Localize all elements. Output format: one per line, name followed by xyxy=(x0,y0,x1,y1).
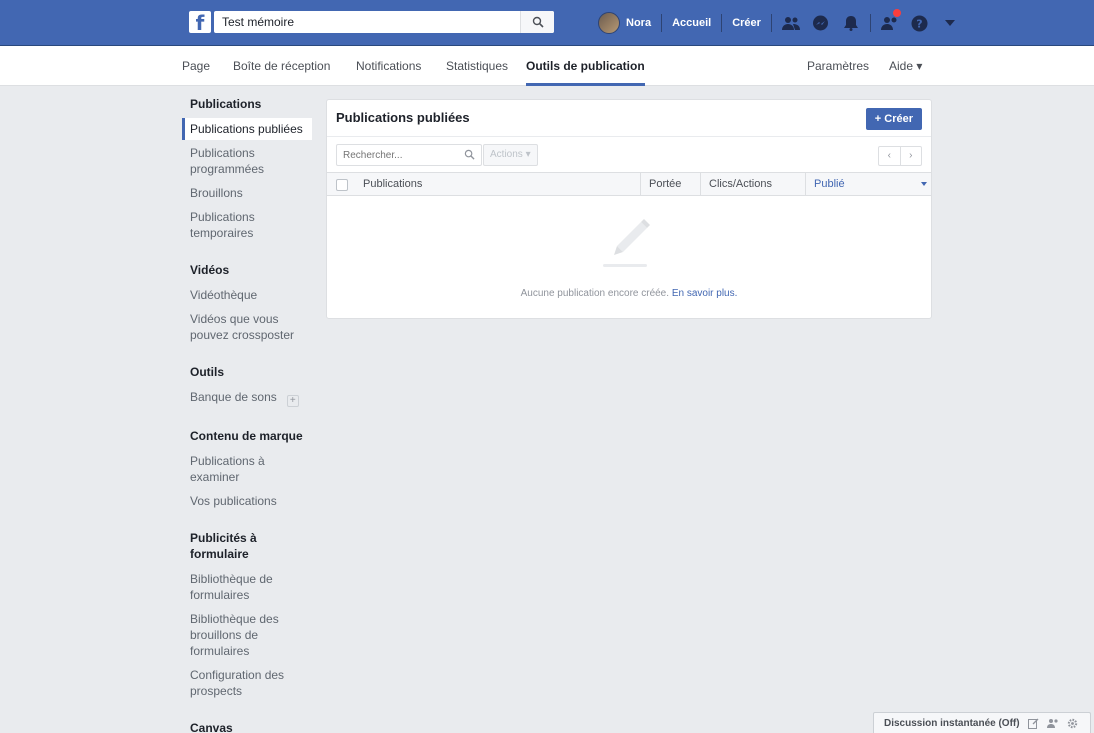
posts-search-box xyxy=(336,144,482,166)
compose-message-icon[interactable] xyxy=(1027,718,1039,729)
create-link[interactable]: Créer xyxy=(732,17,761,29)
pagination: ‹ › xyxy=(878,146,922,166)
empty-state-text: Aucune publication encore créée. xyxy=(520,288,670,299)
search-icon xyxy=(464,149,475,160)
help-icon[interactable]: ? xyxy=(908,0,932,46)
search-input[interactable] xyxy=(214,11,514,33)
gear-icon[interactable] xyxy=(1067,718,1078,729)
nav-divider xyxy=(869,14,871,32)
sidebar-item-sound-collection[interactable]: Banque de sons + xyxy=(182,386,312,410)
page-roles-icon[interactable] xyxy=(878,0,902,46)
sidebar-item-draft-forms-library[interactable]: Bibliothèque des brouillons de formulair… xyxy=(182,608,312,662)
chat-bar[interactable]: Discussion instantanée (Off) xyxy=(873,712,1091,733)
avatar[interactable] xyxy=(598,12,620,34)
sidebar-section-title: Publicités à formulaire xyxy=(190,531,257,561)
sidebar-item-crosspostable-videos[interactable]: Vidéos que vous pouvez crossposter xyxy=(182,308,312,346)
page-tabs-bar: Page Boîte de réception Notifications St… xyxy=(0,46,1094,86)
nav-divider xyxy=(770,14,772,32)
column-header-publications[interactable]: Publications xyxy=(363,173,422,195)
sidebar-section-title: Vidéos xyxy=(190,263,230,277)
sidebar-section-title: Outils xyxy=(190,365,225,379)
sidebar-section-title: Canvas xyxy=(190,721,233,733)
table-header: Publications Portée Clics/Actions Publié xyxy=(327,172,931,196)
sidebar-item-scheduled-posts[interactable]: Publications programmées xyxy=(182,142,312,180)
messenger-icon[interactable] xyxy=(809,0,833,46)
account-menu-chevron-icon[interactable] xyxy=(938,0,962,46)
tab-publishing-tools[interactable]: Outils de publication xyxy=(526,46,645,86)
posts-search-input[interactable] xyxy=(337,145,457,165)
profile-link[interactable]: Nora xyxy=(626,17,651,29)
notifications-bell-icon[interactable] xyxy=(839,0,863,46)
learn-more-link[interactable]: En savoir plus. xyxy=(672,288,738,299)
home-link[interactable]: Accueil xyxy=(672,17,711,29)
sidebar-item-label: Banque de sons xyxy=(190,390,277,404)
create-post-button[interactable]: + Créer xyxy=(865,108,922,130)
nav-divider xyxy=(721,14,723,32)
notification-badge xyxy=(891,8,902,18)
tab-notifications[interactable]: Notifications xyxy=(356,46,421,86)
panel-title: Publications publiées xyxy=(336,110,470,125)
sidebar-item-your-posts[interactable]: Vos publications xyxy=(182,490,312,512)
expand-icon[interactable]: + xyxy=(286,395,299,407)
previous-page-button[interactable]: ‹ xyxy=(879,147,900,165)
sidebar-item-posts-to-review[interactable]: Publications à examiner xyxy=(182,450,312,488)
tab-settings[interactable]: Paramètres xyxy=(807,46,869,86)
search-icon xyxy=(532,16,544,28)
contacts-icon[interactable] xyxy=(1046,718,1059,729)
friend-requests-icon[interactable] xyxy=(779,0,803,46)
divider xyxy=(327,136,931,137)
actions-dropdown[interactable]: Actions ▾ xyxy=(483,144,538,166)
nav-divider xyxy=(661,14,663,32)
column-header-published[interactable]: Publié xyxy=(805,173,931,195)
sidebar-section-title: Contenu de marque xyxy=(190,429,303,443)
sidebar-item-leads-setup[interactable]: Configuration des prospects xyxy=(182,664,312,702)
next-page-button[interactable]: › xyxy=(899,147,922,165)
tab-inbox[interactable]: Boîte de réception xyxy=(233,46,330,86)
tab-page[interactable]: Page xyxy=(182,46,210,86)
sidebar-section-title: Publications xyxy=(190,97,262,111)
sidebar-item-drafts[interactable]: Brouillons xyxy=(182,182,312,204)
column-header-clicks-actions[interactable]: Clics/Actions xyxy=(700,173,805,195)
svg-text:?: ? xyxy=(917,17,923,30)
empty-state-pencil-icon xyxy=(603,219,650,267)
sidebar-item-video-library[interactable]: Vidéothèque xyxy=(182,284,312,306)
sidebar-item-expiring-posts[interactable]: Publications temporaires xyxy=(182,206,312,244)
tab-insights[interactable]: Statistiques xyxy=(446,46,508,86)
select-all-checkbox[interactable] xyxy=(336,179,348,191)
chat-status-label[interactable]: Discussion instantanée (Off) xyxy=(884,718,1020,729)
search-button[interactable] xyxy=(520,11,554,33)
sidebar-item-forms-library[interactable]: Bibliothèque de formulaires xyxy=(182,568,312,606)
sort-descending-icon xyxy=(921,182,927,186)
empty-state-message: Aucune publication encore créée. En savo… xyxy=(327,288,931,299)
top-nav-right: Nora Accueil Créer ? xyxy=(598,0,965,46)
sidebar-item-published-posts[interactable]: Publications publiées xyxy=(182,118,312,140)
tab-help[interactable]: Aide ▾ xyxy=(889,46,922,86)
search-box xyxy=(214,11,554,33)
facebook-logo[interactable]: f xyxy=(189,11,211,35)
column-header-label: Publié xyxy=(814,178,845,190)
top-navigation-bar: f Nora Accueil Créer ? xyxy=(0,0,1094,46)
left-sidebar: Publications Publications publiées Publi… xyxy=(182,96,312,733)
column-header-reach[interactable]: Portée xyxy=(640,173,700,195)
published-posts-panel: Publications publiées + Créer Actions ▾ … xyxy=(326,99,932,319)
